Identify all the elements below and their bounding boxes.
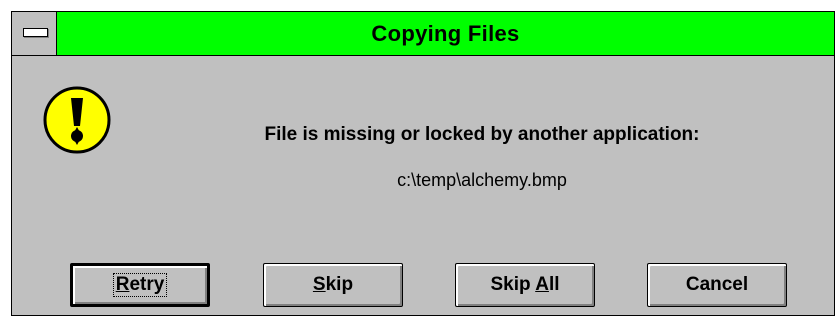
skip-all-label-rest: ll: [548, 274, 560, 295]
skip-all-button[interactable]: Skip All: [455, 263, 595, 307]
skip-all-label-pre: Skip: [490, 274, 536, 295]
retry-mnemonic: R: [115, 274, 130, 295]
retry-button-label: Retry: [112, 273, 168, 297]
title-bar-caption-area: Copying Files: [57, 12, 834, 55]
system-menu-button[interactable]: [12, 12, 57, 55]
file-path: c:\temp\alchemy.bmp: [397, 170, 567, 190]
skip-all-mnemonic: A: [535, 274, 549, 295]
skip-mnemonic: S: [312, 274, 326, 295]
skip-button-label: Skip: [313, 274, 353, 296]
cancel-button[interactable]: Cancel: [647, 263, 787, 307]
skip-button[interactable]: Skip: [263, 263, 403, 307]
title-bar: Copying Files: [12, 12, 834, 56]
dialog-title: Copying Files: [371, 20, 520, 46]
retry-label-rest: etry: [129, 274, 165, 295]
copying-files-dialog: Copying Files File is missing or locked …: [11, 11, 835, 316]
skip-all-button-label: Skip All: [491, 274, 560, 296]
skip-label-rest: kip: [325, 274, 354, 295]
cancel-button-label: Cancel: [685, 274, 749, 295]
error-message: File is missing or locked by another app…: [264, 124, 700, 145]
retry-button[interactable]: Retry: [70, 263, 210, 307]
exclamation-icon: [43, 86, 111, 154]
system-menu-icon: [23, 28, 48, 37]
